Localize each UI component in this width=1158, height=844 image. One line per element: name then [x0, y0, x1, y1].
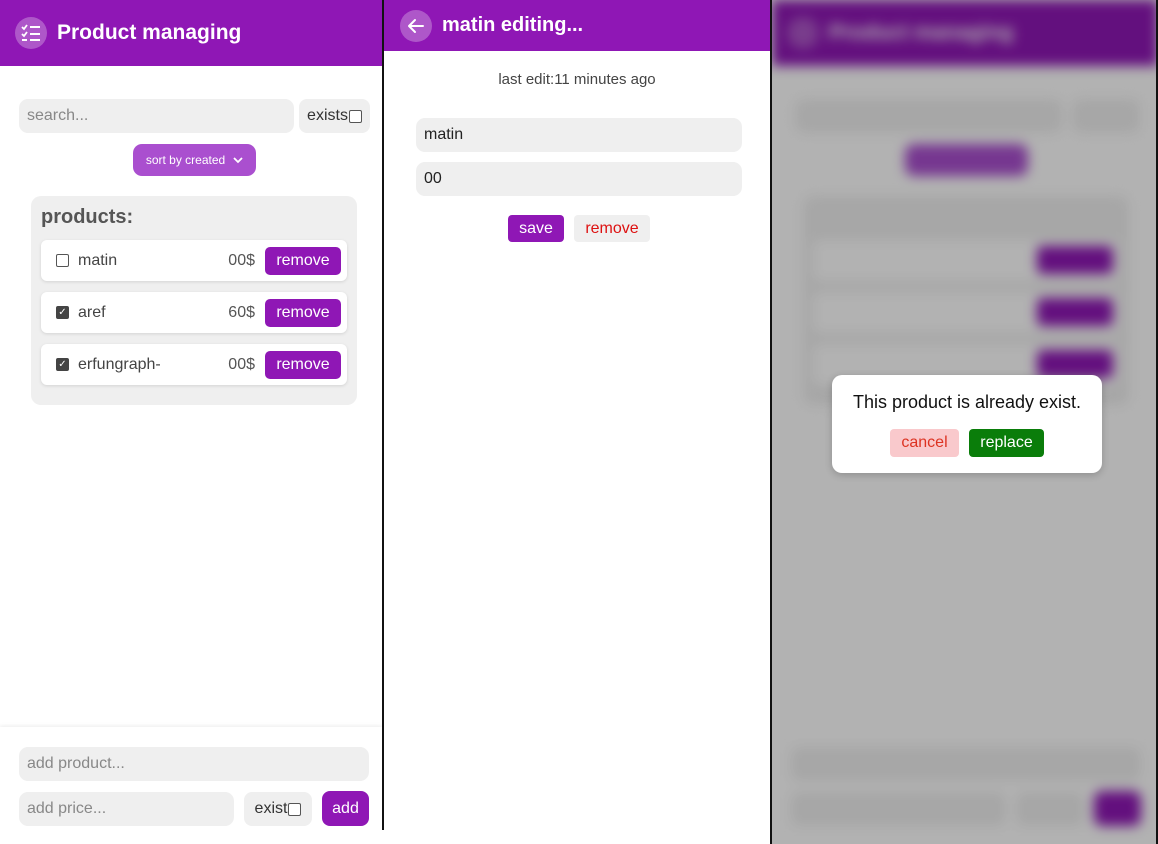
remove-product-button[interactable]: remove [265, 350, 341, 379]
sort-select-value: sort by created [145, 153, 226, 167]
products-list: products: matin 00$ remove ✓ aref 60$ re… [31, 196, 357, 405]
last-edit-text: last edit:11 minutes ago [498, 71, 656, 88]
product-name: matin [78, 251, 118, 269]
product-checkbox[interactable] [56, 254, 69, 267]
products-heading: products: [41, 206, 134, 228]
product-price-field[interactable]: 00 [416, 162, 742, 196]
product-list-screen: Product managing search... exists sort b… [0, 0, 382, 830]
product-name: aref [78, 303, 106, 321]
product-name-field[interactable]: matin [416, 118, 742, 152]
add-button[interactable]: add [322, 791, 369, 826]
exists-filter-label: exists [307, 107, 348, 124]
dialog-message: This product is already exist. [852, 392, 1082, 412]
product-row[interactable]: ✓ erfungraph- 00$ remove [41, 344, 347, 385]
exists-filter-checkbox[interactable] [348, 109, 362, 123]
product-price: 00$ [228, 251, 255, 269]
edit-header: matin editing... [384, 0, 770, 51]
product-name: erfungraph- [78, 355, 161, 373]
remove-button[interactable]: remove [574, 215, 650, 242]
product-price: 00$ [228, 355, 255, 373]
edit-title: matin editing... [442, 14, 584, 36]
app-header: Product managing [0, 0, 382, 66]
exist-checkbox[interactable] [288, 802, 302, 816]
remove-product-button[interactable]: remove [265, 246, 341, 275]
checklist-icon[interactable] [15, 17, 47, 49]
sort-select[interactable]: sort by created [133, 144, 256, 176]
product-edit-screen: matin editing... last edit:11 minutes ag… [384, 0, 770, 830]
product-row[interactable]: matin 00$ remove [41, 240, 347, 281]
add-product-input[interactable]: add product... [19, 747, 369, 781]
duplicate-product-dialog: This product is already exist. cancel re… [832, 375, 1102, 473]
exists-filter-toggle[interactable]: exists [299, 99, 370, 133]
arrow-left-icon[interactable] [400, 9, 432, 42]
product-checkbox[interactable]: ✓ [56, 358, 69, 371]
cancel-button[interactable]: cancel [890, 429, 959, 457]
chevron-down-icon [233, 156, 243, 163]
save-button[interactable]: save [508, 215, 564, 242]
exist-toggle[interactable]: exist [244, 792, 312, 826]
product-price: 60$ [228, 303, 255, 321]
replace-button[interactable]: replace [969, 429, 1044, 457]
search-input[interactable]: search... [19, 99, 294, 133]
add-price-input[interactable]: add price... [19, 792, 234, 826]
remove-product-button[interactable]: remove [265, 298, 341, 327]
product-checkbox[interactable]: ✓ [56, 306, 69, 319]
add-product-form: add product... add price... exist add [0, 727, 382, 830]
page-title: Product managing [57, 21, 242, 44]
duplicate-dialog-screen: Product managing This product is already… [772, 0, 1158, 844]
product-row[interactable]: ✓ aref 60$ remove [41, 292, 347, 333]
exist-label: exist [254, 800, 288, 817]
